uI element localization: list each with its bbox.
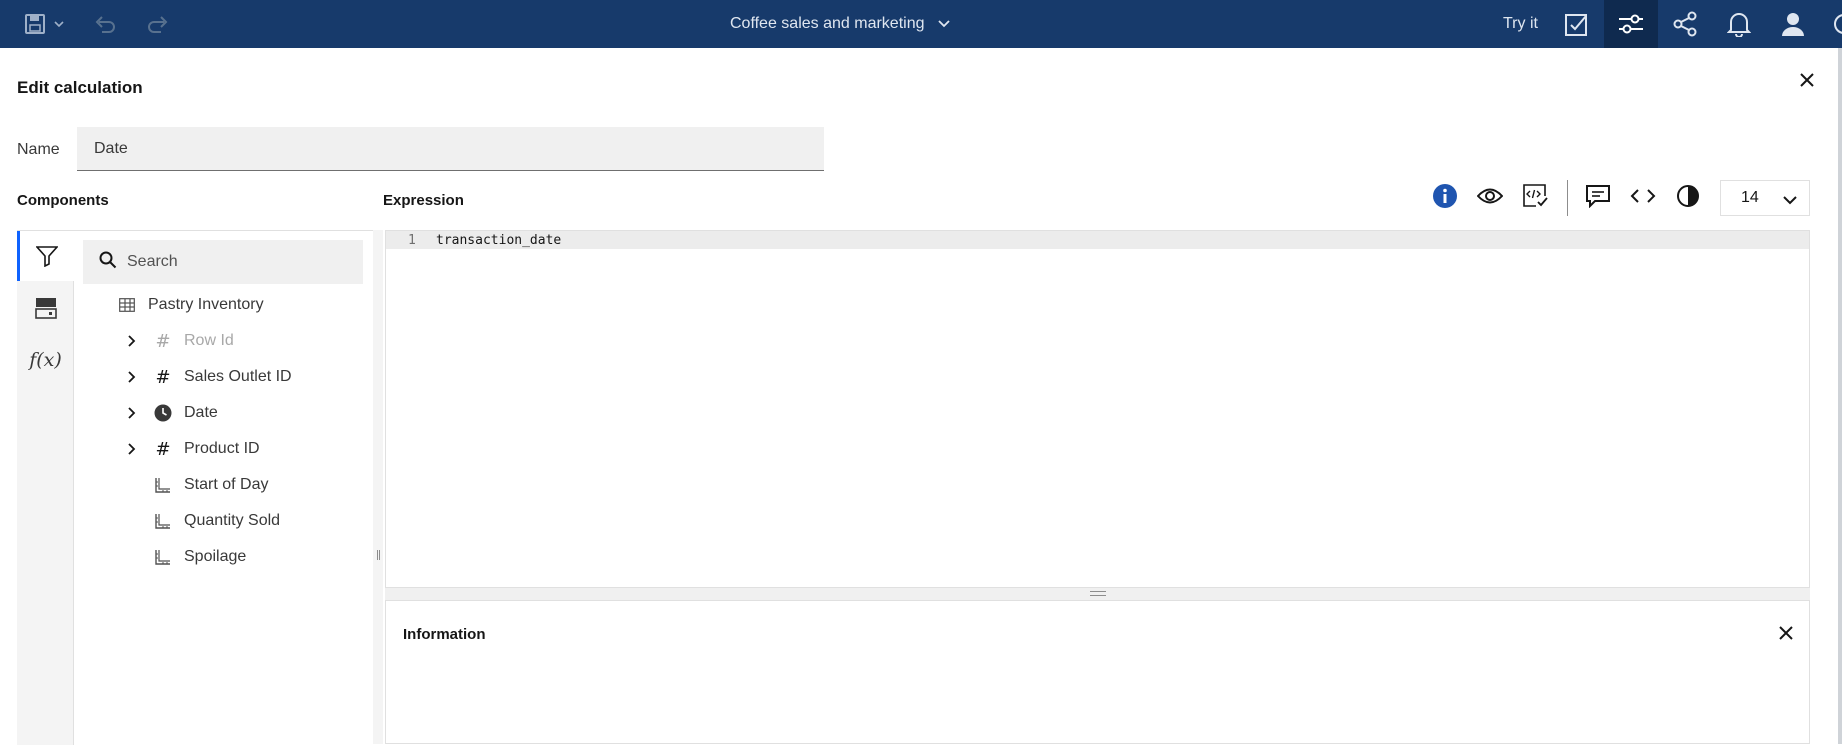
- share-icon[interactable]: [1668, 0, 1702, 48]
- save-icon[interactable]: [20, 0, 50, 48]
- line-number: 1: [408, 233, 416, 248]
- user-icon[interactable]: [1776, 0, 1810, 48]
- redo-icon[interactable]: [143, 0, 173, 48]
- function-icon[interactable]: f(x): [17, 335, 74, 385]
- save-menu-chevron-icon[interactable]: [52, 0, 66, 48]
- report-title[interactable]: Coffee sales and marketing: [730, 0, 951, 48]
- measure-icon: [154, 549, 172, 565]
- sliders-icon[interactable]: [1604, 0, 1658, 48]
- chevron-down-icon: [1783, 192, 1797, 210]
- toolbar-separator: [1567, 180, 1568, 216]
- measure-icon: [154, 513, 172, 529]
- name-label: Name: [17, 141, 60, 158]
- tree-item-label: Quantity Sold: [184, 512, 281, 529]
- edit-calculation-dialog: Edit calculation Name Components Express…: [0, 48, 1838, 745]
- background-page-edge: [1838, 48, 1842, 744]
- overflow-avatar-fragment: [1832, 0, 1842, 48]
- chevron-right-icon[interactable]: [124, 371, 140, 383]
- components-heading: Components: [17, 192, 109, 209]
- close-icon[interactable]: [1795, 68, 1819, 92]
- check-icon[interactable]: [1560, 0, 1594, 48]
- chevron-right-icon[interactable]: [124, 443, 140, 455]
- chevron-right-icon[interactable]: [124, 407, 140, 419]
- undo-icon[interactable]: [90, 0, 120, 48]
- measure-icon: [154, 477, 172, 493]
- info-icon[interactable]: [1427, 176, 1463, 216]
- app-header: Coffee sales and marketing Try it: [0, 0, 1842, 48]
- code-line[interactable]: transaction_date: [436, 233, 561, 248]
- expression-editor[interactable]: 1 transaction_date: [385, 230, 1810, 588]
- code-brackets-icon[interactable]: [1625, 176, 1661, 216]
- search-box[interactable]: [83, 240, 363, 284]
- function-glyph: f(x): [29, 349, 62, 371]
- vertical-splitter[interactable]: [373, 230, 383, 744]
- components-tree: Pastry Inventory # Row Id # Sales Outlet…: [74, 231, 373, 745]
- tree-item-label: Row Id: [184, 332, 234, 349]
- dialog-title: Edit calculation: [17, 78, 143, 97]
- chevron-right-icon[interactable]: [124, 335, 140, 347]
- tree-item-row-id[interactable]: # Row Id: [124, 329, 234, 353]
- tree-table-pastry-inventory[interactable]: Pastry Inventory: [118, 293, 264, 317]
- expression-heading: Expression: [383, 192, 464, 209]
- number-type-icon: #: [155, 330, 171, 352]
- current-line-highlight: [386, 231, 1809, 249]
- table-name: Pastry Inventory: [148, 296, 264, 313]
- tree-item-label: Start of Day: [184, 476, 269, 493]
- filter-icon[interactable]: [17, 231, 74, 281]
- components-panel: f(x) Pastry Inventory # Row Id: [17, 230, 373, 745]
- search-icon: [99, 251, 117, 274]
- try-it-link[interactable]: Try it: [1503, 0, 1538, 48]
- font-size-value: 14: [1741, 189, 1759, 206]
- clock-icon: [154, 404, 172, 422]
- search-input[interactable]: [127, 253, 347, 271]
- report-title-text: Coffee sales and marketing: [730, 15, 925, 32]
- font-size-dropdown[interactable]: 14: [1720, 180, 1810, 216]
- components-rail: f(x): [17, 231, 74, 745]
- tree-item-product-id[interactable]: # Product ID: [124, 437, 260, 461]
- comment-icon[interactable]: [1580, 176, 1616, 216]
- tree-item-start-of-day[interactable]: Start of Day: [154, 473, 268, 497]
- bell-icon[interactable]: [1722, 0, 1756, 48]
- tree-item-quantity-sold[interactable]: Quantity Sold: [154, 509, 280, 533]
- contrast-icon[interactable]: [1670, 176, 1706, 216]
- chevron-down-icon: [938, 20, 951, 28]
- table-icon: [118, 298, 136, 312]
- tree-item-label: Spoilage: [184, 548, 247, 565]
- horizontal-splitter[interactable]: [385, 588, 1810, 600]
- tree-item-label: Product ID: [184, 440, 260, 457]
- preview-eye-icon[interactable]: [1472, 176, 1508, 216]
- number-type-icon: #: [155, 438, 171, 460]
- information-panel: Information: [385, 600, 1810, 744]
- splitter-grip-icon: [377, 550, 380, 560]
- tree-item-spoilage[interactable]: Spoilage: [154, 545, 246, 569]
- splitter-grip-icon: [1090, 591, 1106, 596]
- tree-item-date[interactable]: Date: [124, 401, 218, 425]
- number-type-icon: #: [155, 366, 171, 388]
- information-title: Information: [403, 626, 486, 643]
- name-field[interactable]: [77, 127, 824, 171]
- data-source-icon[interactable]: [17, 283, 74, 333]
- tree-item-label: Sales Outlet ID: [184, 368, 292, 385]
- validate-code-icon[interactable]: [1517, 176, 1553, 216]
- tree-item-label: Date: [184, 404, 218, 421]
- close-icon[interactable]: [1774, 621, 1798, 645]
- tree-item-sales-outlet-id[interactable]: # Sales Outlet ID: [124, 365, 292, 389]
